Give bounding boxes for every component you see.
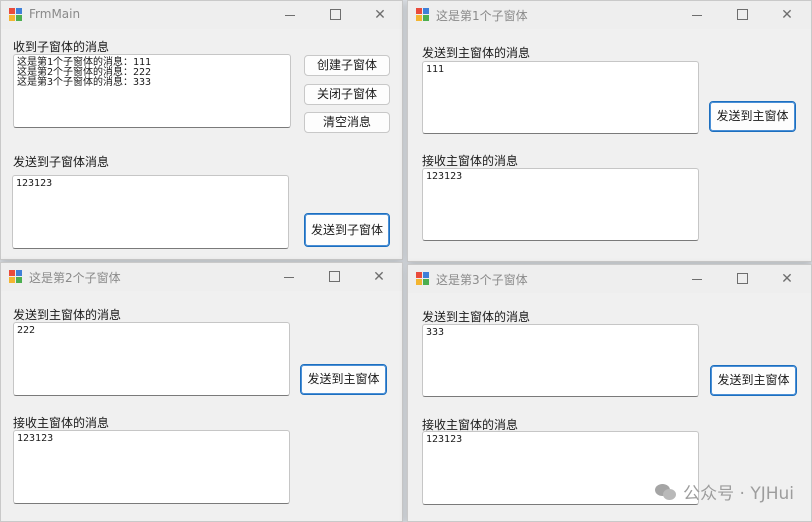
close-icon[interactable]: ✕ — [362, 265, 396, 289]
close-icon[interactable]: ✕ — [770, 3, 804, 27]
send-to-main-label: 发送到主窗体的消息 — [422, 310, 531, 324]
receive-from-main-textbox[interactable]: 123123 — [13, 430, 290, 504]
send-to-child-textbox[interactable]: 123123 — [12, 175, 289, 249]
maximize-icon[interactable] — [318, 3, 352, 27]
close-icon[interactable]: ✕ — [770, 267, 804, 291]
send-to-main-button[interactable]: 发送到主窗体 — [710, 365, 797, 396]
app-icon — [416, 8, 429, 21]
main-form-titlebar[interactable]: FrmMain ✕ — [1, 1, 402, 29]
send-to-main-textbox[interactable]: 111 — [422, 61, 699, 134]
send-to-main-label: 发送到主窗体的消息 — [422, 46, 531, 60]
main-form-window: FrmMain ✕ 收到子窗体的消息 这是第1个子窗体的消息：111 这是第2个… — [0, 0, 403, 260]
minimize-icon[interactable] — [273, 3, 307, 27]
receive-from-main-label: 接收主窗体的消息 — [422, 154, 519, 168]
maximize-icon[interactable] — [317, 265, 351, 289]
maximize-icon[interactable] — [725, 267, 759, 291]
send-to-main-textbox[interactable]: 222 — [13, 322, 290, 396]
child2-titlebar[interactable]: 这是第2个子窗体 ✕ — [1, 263, 402, 291]
wechat-icon — [655, 483, 677, 501]
send-to-main-label: 发送到主窗体的消息 — [13, 308, 122, 322]
create-child-button[interactable]: 创建子窗体 — [304, 55, 390, 76]
send-to-main-button[interactable]: 发送到主窗体 — [709, 101, 796, 132]
close-child-button[interactable]: 关闭子窗体 — [304, 84, 390, 105]
minimize-icon[interactable] — [272, 265, 306, 289]
app-icon — [9, 270, 22, 283]
send-to-main-textbox[interactable]: 333 — [422, 324, 699, 397]
window-title: 这是第3个子窗体 — [436, 273, 528, 287]
window-title: 这是第2个子窗体 — [29, 271, 121, 285]
app-icon — [9, 8, 22, 21]
window-title: 这是第1个子窗体 — [436, 9, 528, 23]
clear-messages-button[interactable]: 清空消息 — [304, 112, 390, 133]
minimize-icon[interactable] — [680, 3, 714, 27]
child1-titlebar[interactable]: 这是第1个子窗体 ✕ — [408, 1, 811, 29]
send-to-main-button[interactable]: 发送到主窗体 — [300, 364, 387, 395]
minimize-icon[interactable] — [680, 267, 714, 291]
window-title: FrmMain — [29, 7, 81, 21]
receive-from-main-label: 接收主窗体的消息 — [13, 416, 110, 430]
child-window-2: 这是第2个子窗体 ✕ 发送到主窗体的消息 222 发送到主窗体 接收主窗体的消息… — [0, 262, 403, 522]
child-window-1: 这是第1个子窗体 ✕ 发送到主窗体的消息 111 发送到主窗体 接收主窗体的消息… — [407, 0, 812, 262]
received-label: 收到子窗体的消息 — [13, 40, 110, 54]
child3-titlebar[interactable]: 这是第3个子窗体 ✕ — [408, 265, 811, 293]
receive-from-main-textbox[interactable]: 123123 — [422, 168, 699, 241]
close-icon[interactable]: ✕ — [363, 3, 397, 27]
maximize-icon[interactable] — [725, 3, 759, 27]
watermark: 公众号 · YJHui — [655, 479, 794, 504]
send-to-child-label: 发送到子窗体消息 — [13, 155, 110, 169]
app-icon — [416, 272, 429, 285]
send-to-child-button[interactable]: 发送到子窗体 — [304, 213, 390, 247]
watermark-text: 公众号 · YJHui — [683, 484, 794, 504]
received-messages-textbox[interactable]: 这是第1个子窗体的消息：111 这是第2个子窗体的消息：222 这是第3个子窗体… — [13, 54, 291, 128]
